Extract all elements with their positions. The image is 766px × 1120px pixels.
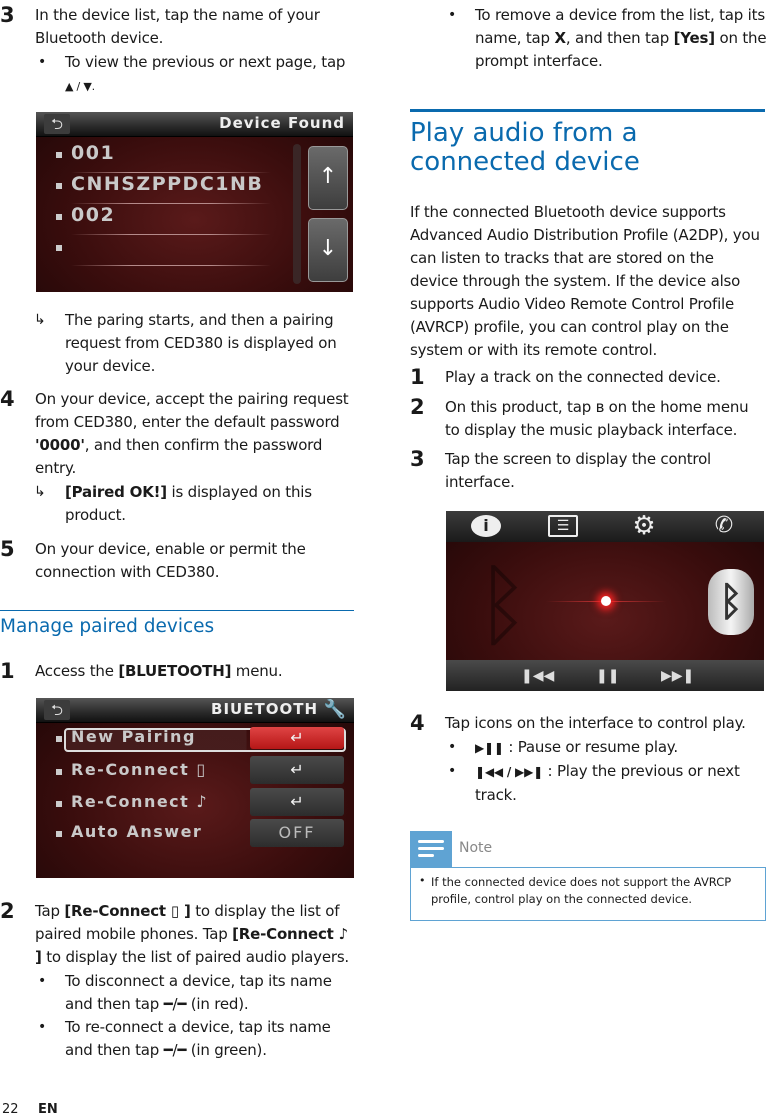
next-icon[interactable]: ▶▶❚ xyxy=(661,665,694,687)
device-found-screen: ⮌ Device Found 001 CNHSZPPDC1NB 002 ↑ ↓ xyxy=(36,112,353,292)
page-number: 22 xyxy=(2,1102,19,1117)
step-text: In the device list, tap the name of your… xyxy=(35,6,320,47)
back-icon[interactable]: ⮌ xyxy=(44,700,70,720)
bluetooth-watermark-icon: ᛒ xyxy=(476,553,530,658)
phone-icon[interactable]: ✆ xyxy=(708,511,740,541)
info-icon[interactable]: i xyxy=(471,515,501,537)
result-arrow-icon: ↳ xyxy=(34,484,46,500)
playback-control-screen: i ☰ ⚙ ✆ ᛒ ᛒ ❚◀◀ ❚❚ ▶▶❚ xyxy=(446,511,764,691)
screen-title: Device Found xyxy=(219,114,345,132)
intro-paragraph: If the connected Bluetooth device suppor… xyxy=(410,203,760,359)
note-icon xyxy=(410,831,452,867)
auto-answer-toggle[interactable]: OFF xyxy=(250,819,344,847)
wrench-icon: 🔧 xyxy=(323,699,346,720)
control-bottom-bar: ❚◀◀ ❚❚ ▶▶❚ xyxy=(446,660,764,691)
screen-title-bar: ⮌ Device Found xyxy=(36,112,353,137)
section-divider xyxy=(0,610,354,611)
reconnect-audio-enter-button[interactable]: ↵ xyxy=(250,788,344,816)
page-up-button[interactable]: ↑ xyxy=(308,146,348,210)
settings-icon[interactable]: ⚙ xyxy=(628,511,660,541)
new-pairing-enter-button[interactable]: ↵ xyxy=(250,727,344,749)
result-arrow-icon: ↳ xyxy=(34,312,46,328)
note-label: Note xyxy=(459,840,493,856)
bluetooth-menu-screen: ⮌ BIUETOOTH 🔧 New Pairing ↵ Re-Connect ▯… xyxy=(36,698,354,878)
pause-icon[interactable]: ❚❚ xyxy=(596,665,619,687)
remove-x-icon: X xyxy=(554,29,566,47)
section-title: Manage paired devices xyxy=(0,616,215,637)
page-down-button[interactable]: ↓ xyxy=(308,218,348,282)
reconnect-phone-enter-button[interactable]: ↵ xyxy=(250,756,344,784)
screen-title-bar: ⮌ BIUETOOTH 🔧 xyxy=(36,698,354,723)
bluetooth-icon[interactable]: ᛒ xyxy=(708,569,754,635)
note-box: • If the connected device does not suppo… xyxy=(410,867,766,921)
up-down-arrows-icon: ▲ / ▼. xyxy=(65,80,95,93)
section-divider xyxy=(410,109,765,112)
scrollbar[interactable] xyxy=(293,144,301,284)
language-label: EN xyxy=(38,1102,58,1117)
list-icon[interactable]: ☰ xyxy=(548,515,578,537)
note-text: If the connected device does not support… xyxy=(431,875,732,906)
play-pause-icon: ▶❚❚ xyxy=(475,741,504,755)
section-title: Play audio from a connected device xyxy=(410,118,640,177)
screen-title: BIUETOOTH xyxy=(211,700,318,718)
status-dot xyxy=(601,596,611,606)
control-top-bar: i ☰ ⚙ ✆ xyxy=(446,511,764,542)
prev-next-icon: ❚◀◀ / ▶▶❚ xyxy=(475,765,543,779)
previous-icon[interactable]: ❚◀◀ xyxy=(521,665,554,687)
back-icon[interactable]: ⮌ xyxy=(44,114,70,134)
step-number: 3 xyxy=(0,3,15,27)
